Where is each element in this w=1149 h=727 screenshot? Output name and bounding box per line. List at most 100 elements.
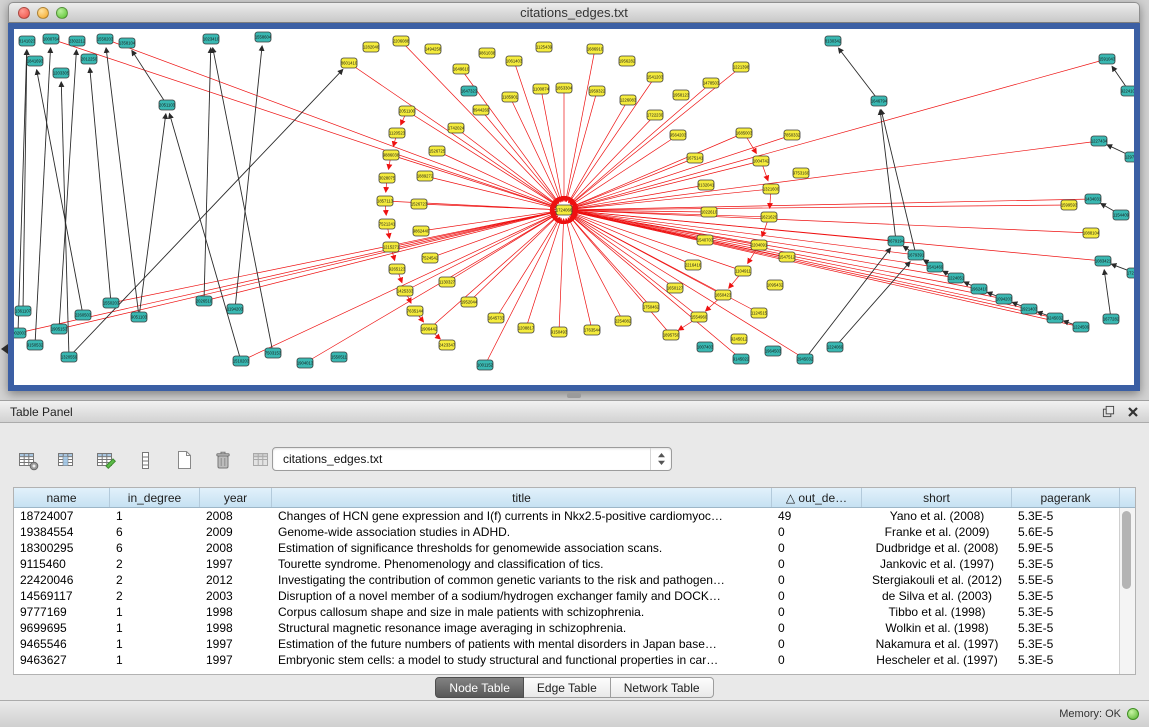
- graph-node[interactable]: 9862440: [413, 226, 430, 236]
- graph-node[interactable]: 1647323: [461, 86, 478, 96]
- graph-node[interactable]: 1550203: [103, 298, 120, 308]
- graph-node[interactable]: 1221398: [733, 62, 750, 72]
- graph-node[interactable]: 1023410: [203, 34, 220, 44]
- graph-node[interactable]: 1088104: [1083, 228, 1100, 238]
- graph-node[interactable]: 1722230: [647, 110, 664, 120]
- graph-node[interactable]: 1763544: [584, 325, 601, 335]
- graph-node[interactable]: 1550511: [331, 352, 348, 362]
- table-row[interactable]: 2242004622012Investigating the contribut…: [14, 572, 1135, 588]
- graph-node[interactable]: 1061403: [506, 56, 523, 66]
- tab-network-table[interactable]: Network Table: [611, 677, 714, 698]
- row-height-icon[interactable]: [129, 445, 161, 475]
- graph-node[interactable]: 8679194: [888, 236, 905, 246]
- graph-node[interactable]: 1321600: [763, 184, 780, 194]
- table-row[interactable]: 1938455462009Genome-wide association stu…: [14, 524, 1135, 540]
- graph-node[interactable]: 1104911: [735, 266, 752, 276]
- graph-node[interactable]: 7850332: [784, 130, 801, 140]
- graph-node[interactable]: 1686910: [587, 44, 604, 54]
- table-row[interactable]: 969969511998Structural magnetic resonanc…: [14, 620, 1135, 636]
- graph-node[interactable]: 1650127: [667, 283, 684, 293]
- graph-node[interactable]: 1906442: [421, 324, 438, 334]
- graph-node[interactable]: 1685003: [736, 128, 753, 138]
- graph-node[interactable]: 8130342: [825, 36, 842, 46]
- column-header-pagerank[interactable]: pagerank: [1012, 488, 1120, 507]
- graph-node[interactable]: 1742024: [448, 123, 465, 133]
- graph-node[interactable]: 8141023: [19, 36, 36, 46]
- graph-node[interactable]: 1094203: [996, 294, 1013, 304]
- edit-table-icon[interactable]: [90, 445, 122, 475]
- graph-node[interactable]: 9145022: [733, 354, 750, 364]
- table-row[interactable]: 1830029562008Estimation of significance …: [14, 540, 1135, 556]
- graph-node[interactable]: 1227434: [1091, 136, 1108, 146]
- graph-node[interactable]: 1547512: [779, 252, 796, 262]
- graph-node[interactable]: 1889272: [417, 171, 434, 181]
- scrollbar-thumb[interactable]: [1122, 511, 1131, 589]
- table-row[interactable]: 977716911998Corpus callosum shape and si…: [14, 604, 1135, 620]
- graph-node[interactable]: 1194203: [227, 304, 244, 314]
- column-header-out_de[interactable]: △ out_de…: [772, 488, 862, 507]
- graph-node[interactable]: 1558604: [255, 32, 272, 42]
- graph-node[interactable]: 7521241: [379, 219, 396, 229]
- graph-node[interactable]: 1434031: [1085, 194, 1102, 204]
- table-selector-combobox[interactable]: citations_edges.txt: [272, 447, 672, 471]
- graph-node[interactable]: 7503153: [265, 348, 282, 358]
- table-row[interactable]: 946554611997Estimation of the future num…: [14, 636, 1135, 652]
- graph-node[interactable]: 1558203: [97, 34, 114, 44]
- graph-node[interactable]: 1964503: [765, 346, 782, 356]
- graph-node[interactable]: 1358104: [119, 38, 136, 48]
- graph-node[interactable]: 1224509: [1073, 322, 1090, 332]
- graph-node[interactable]: 1478503: [703, 78, 720, 88]
- graph-node[interactable]: 9150493: [551, 327, 568, 337]
- column-header-title[interactable]: title: [272, 488, 772, 507]
- graph-node[interactable]: 1895750: [663, 330, 680, 340]
- graph-node[interactable]: 1022610: [701, 207, 718, 217]
- column-header-year[interactable]: year: [200, 488, 272, 507]
- graph-node[interactable]: 2260503: [75, 310, 92, 320]
- graph-node[interactable]: 1646794: [871, 96, 888, 106]
- network-canvas[interactable]: 1724066185330419593221226083172223095642…: [14, 29, 1134, 385]
- zoom-window-button[interactable]: [56, 7, 68, 19]
- graph-node[interactable]: 9150532: [27, 340, 44, 350]
- graph-node[interactable]: 2423347: [439, 340, 456, 350]
- graph-node[interactable]: 1554960: [691, 312, 708, 322]
- graph-node[interactable]: 1224069: [827, 342, 844, 352]
- graph-node[interactable]: 1083421: [1095, 256, 1112, 266]
- collapse-arrow-icon[interactable]: [1, 344, 8, 354]
- graph-node[interactable]: 9886038: [383, 150, 400, 160]
- table-row[interactable]: 1456911722003Disruption of a novel membe…: [14, 588, 1135, 604]
- graph-node[interactable]: 7635144: [407, 306, 424, 316]
- graph-node[interactable]: 1004742: [753, 156, 770, 166]
- graph-node[interactable]: 1124515: [751, 308, 768, 318]
- graph-node[interactable]: 1599593: [1061, 200, 1078, 210]
- graph-node[interactable]: 1956282: [619, 56, 636, 66]
- graph-node[interactable]: 2206088: [393, 36, 410, 46]
- graph-node[interactable]: 9861038: [479, 48, 496, 58]
- graph-node[interactable]: 1921403: [1021, 304, 1038, 314]
- graph-node[interactable]: 1226083: [620, 95, 637, 105]
- graph-node[interactable]: 1185901: [502, 92, 519, 102]
- graph-node[interactable]: 9564203: [670, 130, 687, 140]
- graph-node[interactable]: 1905153: [51, 324, 68, 334]
- column-header-short[interactable]: short: [862, 488, 1012, 507]
- graph-node[interactable]: 1007403: [697, 342, 714, 352]
- graph-node[interactable]: 9245032: [1047, 313, 1064, 323]
- graph-node[interactable]: 9245012: [731, 334, 748, 344]
- graph-node[interactable]: 2302212: [69, 36, 86, 46]
- graph-node[interactable]: 1650423: [715, 290, 732, 300]
- graph-node[interactable]: 1215271: [383, 242, 400, 252]
- graph-node[interactable]: 1494258: [425, 44, 442, 54]
- graph-node[interactable]: 1125439: [536, 42, 553, 52]
- column-header-in_degree[interactable]: in_degree: [110, 488, 200, 507]
- tab-node-table[interactable]: Node Table: [435, 677, 524, 698]
- graph-node[interactable]: 1959322: [589, 86, 606, 96]
- graph-node[interactable]: 3028075: [379, 173, 396, 183]
- graph-node[interactable]: 1000764: [43, 34, 60, 44]
- graph-node[interactable]: 1645733: [488, 313, 505, 323]
- graph-node[interactable]: 2012250: [81, 54, 98, 64]
- graph-node[interactable]: 1510203: [233, 356, 250, 366]
- graph-node[interactable]: 1541203: [647, 72, 664, 82]
- tab-edge-table[interactable]: Edge Table: [524, 677, 611, 698]
- hub-node[interactable]: 1724066: [556, 205, 573, 215]
- table-row[interactable]: 1872400712008Changes of HCN gene express…: [14, 508, 1135, 524]
- graph-node[interactable]: 2026510: [196, 296, 213, 306]
